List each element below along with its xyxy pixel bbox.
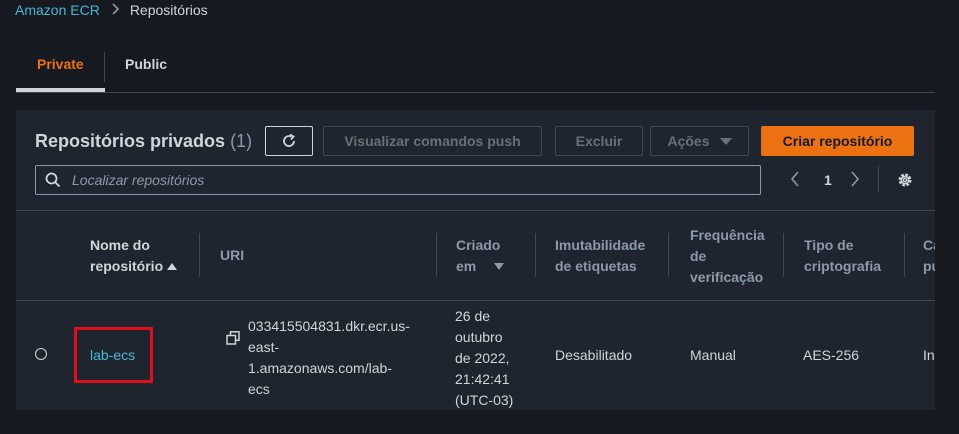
date-line: 26 de bbox=[455, 308, 491, 324]
header-text: pu bbox=[923, 258, 935, 274]
caret-down-icon bbox=[719, 137, 732, 145]
header-text: Imutabilidade bbox=[555, 237, 646, 253]
column-separator bbox=[904, 233, 905, 277]
column-header-truncated[interactable]: Ca pu bbox=[923, 235, 935, 277]
column-separator bbox=[535, 233, 536, 277]
search-input[interactable] bbox=[70, 171, 754, 189]
tab-divider bbox=[104, 52, 105, 82]
previous-page-icon[interactable] bbox=[790, 170, 800, 193]
repository-tabs: Private Public bbox=[16, 44, 935, 93]
view-push-commands-button[interactable]: Visualizar comandos push bbox=[323, 126, 542, 156]
next-page-icon[interactable] bbox=[850, 170, 860, 193]
column-separator bbox=[668, 233, 669, 277]
actions-label: Ações bbox=[667, 133, 710, 149]
table-row: lab-ecs 033415504831.dkr.ecr.us- east- 1… bbox=[16, 300, 935, 410]
column-separator bbox=[783, 233, 784, 277]
created-date: 26 de outubro de 2022, 21:42:41 (UTC-03) bbox=[455, 306, 513, 411]
create-repository-button[interactable]: Criar repositório bbox=[761, 126, 914, 156]
copy-icon[interactable] bbox=[226, 331, 240, 350]
repository-count: (1) bbox=[230, 131, 253, 151]
repository-name-link[interactable]: lab-ecs bbox=[90, 347, 135, 363]
sort-descending-icon bbox=[494, 263, 505, 270]
active-tab-indicator bbox=[16, 88, 105, 92]
breadcrumb-current: Repositórios bbox=[129, 2, 208, 18]
date-line: 21:42:41 bbox=[455, 371, 510, 387]
header-text: verificação bbox=[690, 269, 764, 285]
panel-title-text: Repositórios privados bbox=[35, 131, 226, 151]
header-text: Criado bbox=[456, 237, 501, 253]
tab-public[interactable]: Public bbox=[125, 56, 167, 72]
header-text: Ca bbox=[923, 237, 935, 253]
sort-ascending-icon bbox=[167, 263, 178, 270]
tab-private[interactable]: Private bbox=[37, 56, 84, 72]
column-separator bbox=[199, 233, 200, 277]
private-repositories-panel: Repositórios privados (1) Visualizar com… bbox=[16, 110, 935, 410]
header-text: de bbox=[690, 248, 707, 264]
column-header-created[interactable]: Criado em bbox=[456, 235, 505, 277]
row-select-radio[interactable] bbox=[35, 348, 47, 360]
column-header-uri[interactable]: URI bbox=[220, 245, 244, 266]
date-line: outubro bbox=[455, 329, 503, 345]
column-header-encryption[interactable]: Tipo de criptografia bbox=[804, 235, 881, 277]
encryption-type: AES-256 bbox=[803, 347, 860, 363]
header-text: repositório bbox=[90, 258, 164, 274]
date-line: de 2022, bbox=[455, 350, 510, 366]
refresh-button[interactable] bbox=[265, 126, 313, 156]
column-header-scan-frequency[interactable]: Frequência de verificação bbox=[690, 225, 765, 288]
refresh-icon bbox=[283, 133, 295, 147]
scan-frequency: Manual bbox=[690, 347, 736, 363]
date-line: (UTC-03) bbox=[455, 392, 514, 408]
panel-title: Repositórios privados (1) bbox=[35, 131, 252, 152]
truncated-cell: In bbox=[923, 347, 935, 363]
search-icon bbox=[36, 172, 70, 188]
column-header-immutability[interactable]: Imutabilidade de etiquetas bbox=[555, 235, 645, 277]
header-text: Tipo de bbox=[804, 237, 854, 253]
column-separator bbox=[436, 233, 437, 277]
pager-divider bbox=[878, 166, 879, 192]
chevron-right-icon bbox=[112, 2, 120, 18]
search-field[interactable] bbox=[35, 165, 761, 195]
actions-dropdown[interactable]: Ações bbox=[650, 126, 749, 156]
header-text: Frequência bbox=[690, 227, 765, 243]
header-text: criptografia bbox=[804, 258, 882, 274]
current-page-number[interactable]: 1 bbox=[824, 172, 832, 188]
settings-gear-icon[interactable] bbox=[896, 171, 914, 194]
uri-line: ecs bbox=[248, 381, 270, 397]
uri-line: 1.amazonaws.com/lab- bbox=[248, 360, 392, 376]
header-text: Nome do bbox=[90, 237, 150, 253]
breadcrumb: Amazon ECR Repositórios bbox=[15, 2, 208, 18]
uri-line: east- bbox=[248, 339, 280, 355]
uri-line: 033415504831.dkr.ecr.us- bbox=[248, 318, 410, 334]
breadcrumb-amazon-ecr-link[interactable]: Amazon ECR bbox=[15, 2, 100, 18]
header-text: de etiquetas bbox=[555, 258, 637, 274]
column-header-name[interactable]: Nome do repositório bbox=[90, 235, 178, 277]
repository-uri: 033415504831.dkr.ecr.us- east- 1.amazona… bbox=[248, 316, 410, 400]
table-header: Nome do repositório URI Criado em Imutab… bbox=[16, 210, 935, 301]
tag-immutability: Desabilitado bbox=[555, 347, 633, 363]
delete-button[interactable]: Excluir bbox=[555, 126, 643, 156]
header-text: em bbox=[456, 258, 477, 274]
